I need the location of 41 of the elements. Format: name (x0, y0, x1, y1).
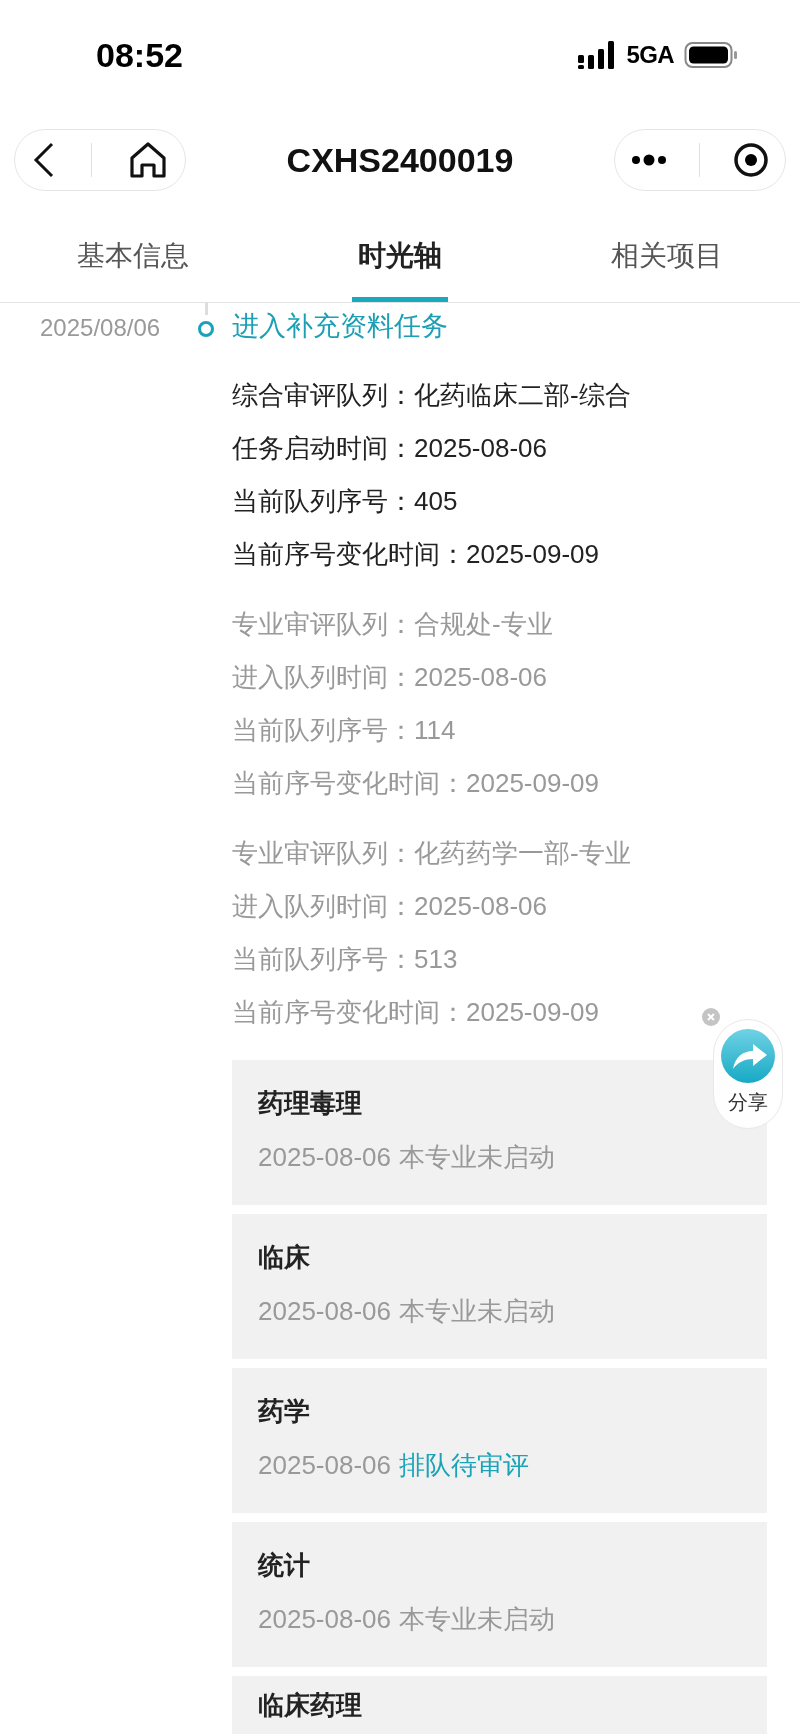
info-line: 当前队列序号：114 (232, 714, 456, 747)
info-line: 进入队列时间：2025-08-06 (232, 661, 547, 694)
info-line: 当前序号变化时间：2025-09-09 (232, 996, 599, 1029)
info-line: 当前序号变化时间：2025-09-09 (232, 538, 599, 571)
card-status: 本专业未启动 (399, 1141, 555, 1174)
home-icon[interactable] (128, 141, 167, 179)
share-icon (721, 1029, 775, 1083)
more-icon[interactable] (631, 154, 668, 166)
clock-time: 08:52 (96, 34, 183, 76)
card-title: 临床 (258, 1241, 310, 1274)
card-title: 药学 (258, 1395, 310, 1428)
event-date: 2025/08/06 (40, 313, 161, 343)
tab[interactable]: 基本信息 (0, 210, 267, 302)
event-title: 进入补充资料任务 (232, 310, 449, 343)
card-status: 本专业未启动 (399, 1295, 555, 1328)
tab[interactable]: 时光轴 (266, 210, 534, 302)
page-title: CXHS2400019 (286, 139, 514, 181)
back-icon[interactable] (33, 142, 56, 178)
card-date: 2025-08-06 (258, 1449, 391, 1482)
share-button[interactable]: 分享 (713, 1019, 783, 1129)
signal-icon (578, 41, 617, 69)
info-line: 当前队列序号：513 (232, 943, 458, 976)
card-date: 2025-08-06 (258, 1295, 391, 1328)
card-title: 药理毒理 (258, 1087, 362, 1120)
info-line: 任务启动时间：2025-08-06 (232, 432, 547, 465)
card-date: 2025-08-06 (258, 1141, 391, 1174)
card-date: 2025-08-06 (258, 1603, 391, 1636)
network-label: 5GA (626, 40, 674, 70)
card-status: 本专业未启动 (399, 1603, 555, 1636)
info-line: 进入队列时间：2025-08-06 (232, 890, 547, 923)
close-mini-program-icon[interactable] (732, 142, 769, 178)
info-line: 专业审评队列：合规处-专业 (232, 608, 553, 641)
card-status: 排队待审评 (399, 1449, 529, 1482)
info-line: 当前队列序号：405 (232, 485, 458, 518)
tab[interactable]: 相关项目 (533, 210, 800, 302)
info-line: 当前序号变化时间：2025-09-09 (232, 767, 599, 800)
info-line: 专业审评队列：化药药学一部-专业 (232, 837, 631, 870)
info-line: 综合审评队列：化药临床二部-综合 (232, 379, 631, 412)
card-title: 临床药理 (258, 1689, 362, 1722)
card-title: 统计 (258, 1549, 310, 1582)
battery-icon (684, 41, 738, 69)
